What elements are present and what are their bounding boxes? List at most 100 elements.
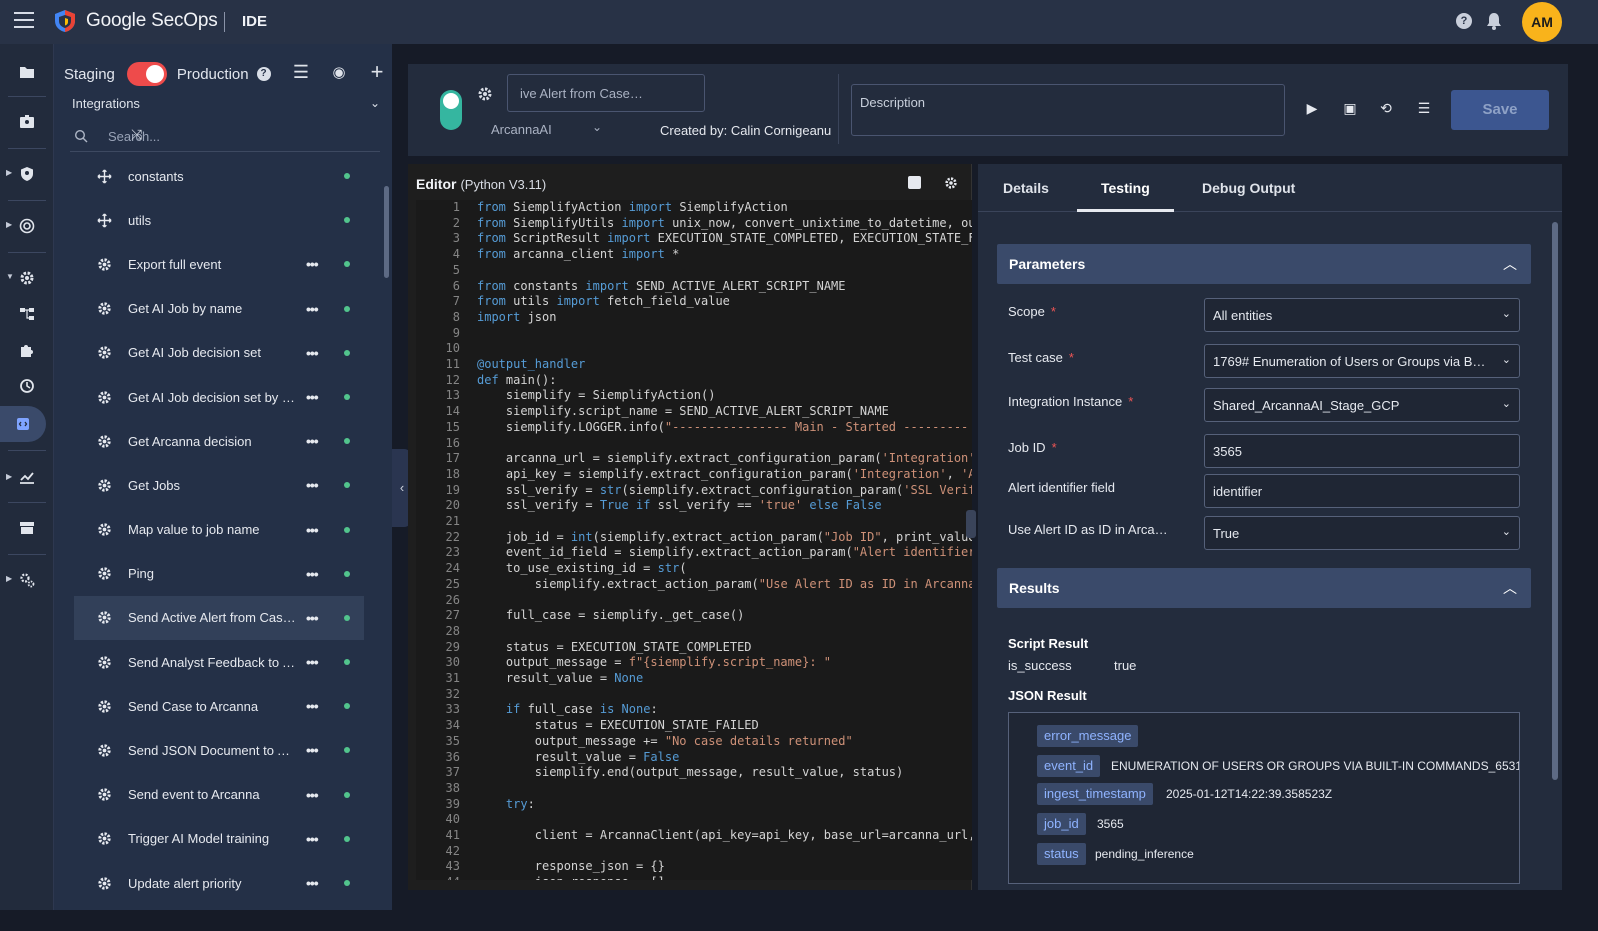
ai-assist-icon[interactable] [908,176,921,189]
param-input[interactable]: identifier [1204,474,1520,508]
tab-details[interactable]: Details [1003,180,1049,196]
code-line[interactable]: from utils import fetch_field_value [477,294,730,308]
param-input[interactable]: 3565 [1204,434,1520,468]
list-item[interactable]: Send JSON Document to Arcanna ••• [74,728,364,772]
chevron-down-icon[interactable]: ⌄ [592,120,602,134]
more-options-icon[interactable]: ••• [306,831,319,847]
param-select[interactable]: 1769# Enumeration of Users or Groups via… [1204,344,1520,378]
history-icon[interactable]: ⟲ [1376,100,1396,120]
jobs-clock-icon[interactable] [0,368,54,404]
more-options-icon[interactable]: ••• [306,256,319,272]
more-options-icon[interactable]: ••• [306,477,319,493]
chevron-up-icon[interactable]: ︿ [1503,254,1517,274]
code-line[interactable]: from arcanna_client import * [477,247,679,261]
more-options-icon[interactable]: ••• [306,566,319,582]
chevron-up-icon[interactable]: ︿ [1503,578,1517,598]
code-line[interactable]: event_id_field = siemplify.extract_actio… [477,545,972,559]
help-icon[interactable]: ? [1456,13,1472,29]
menu-icon[interactable] [14,12,34,28]
more-options-icon[interactable]: ••• [306,698,319,714]
code-line[interactable]: result_value = False [477,750,680,764]
panel-scrollbar[interactable] [1552,222,1558,780]
list-item[interactable]: Get Jobs ••• [74,463,364,507]
code-line[interactable]: full_case = siemplify._get_case() [477,608,744,622]
list-item[interactable]: Get AI Job by name ••• [74,287,364,331]
code-line[interactable]: from SiemplifyUtils import unix_now, con… [477,216,972,230]
playbooks-icon[interactable] [0,296,54,332]
code-line[interactable]: from constants import SEND_ACTIVE_ALERT_… [477,279,846,293]
folder-icon[interactable] [0,54,54,90]
more-options-icon[interactable]: ••• [306,787,319,803]
list-item[interactable]: Get AI Job decision set ••• [74,331,364,375]
list-icon[interactable]: ☰ [1414,100,1434,120]
list-item[interactable]: Get Arcanna decision ••• [74,419,364,463]
resize-handle[interactable] [966,510,976,538]
more-options-icon[interactable]: ••• [306,654,319,670]
puzzle-icon[interactable] [0,332,54,368]
parameters-section-header[interactable]: Parameters ︿ [997,244,1531,284]
code-line[interactable]: status = EXECUTION_STATE_FAILED [477,718,759,732]
gear-icon[interactable] [944,176,958,190]
more-options-icon[interactable]: ••• [306,875,319,891]
more-options-icon[interactable]: ••• [306,610,319,626]
more-options-icon[interactable]: ••• [306,433,319,449]
shield-icon[interactable] [0,156,54,192]
settings-icon[interactable] [0,562,54,598]
save-button[interactable]: Save [1451,90,1549,130]
brand-name[interactable]: Google SecOps [86,10,218,32]
more-options-icon[interactable]: ••• [306,742,319,758]
list-item[interactable]: Trigger AI Model training ••• [74,817,364,861]
code-line[interactable]: siemplify.LOGGER.info("---------------- … [477,420,968,434]
results-section-header[interactable]: Results ︿ [997,568,1531,608]
list-item[interactable]: Map value to job name ••• [74,508,364,552]
enable-toggle[interactable] [440,90,462,130]
code-line[interactable]: siemplify.extract_action_param("Use Aler… [477,577,972,591]
list-item[interactable]: Export full event ••• [74,242,364,286]
code-line[interactable]: job_id = int(siemplify.extract_action_pa… [477,530,972,544]
collapse-all-icon[interactable]: ⤨ [131,126,372,143]
code-line[interactable]: response_json = {} [477,859,665,873]
cases-icon[interactable] [0,104,54,140]
help-icon[interactable]: ? [256,67,271,81]
code-line[interactable]: output_message = f"{siemplify.script_nam… [477,655,831,669]
ide-icon[interactable] [0,406,46,442]
param-select[interactable]: True ⌄ [1204,516,1520,550]
environment-toggle[interactable] [126,62,167,86]
action-name-input[interactable]: ive Alert from Case… [507,74,705,112]
list-item[interactable]: Send event to Arcanna ••• [74,773,364,817]
play-icon[interactable]: ▶ [1302,100,1322,120]
code-line[interactable]: from ScriptResult import EXECUTION_STATE… [477,231,972,245]
code-line[interactable]: if full_case is None: [477,702,658,716]
avatar[interactable]: AM [1522,2,1562,42]
code-line[interactable]: status = EXECUTION_STATE_COMPLETED [477,640,752,654]
more-options-icon[interactable]: ••• [306,301,319,317]
param-select[interactable]: Shared_ArcannaAI_Stage_GCP ⌄ [1204,388,1520,422]
list-item[interactable]: Send Analyst Feedback to Arcanna ••• [74,640,364,684]
gear-icon[interactable] [477,86,493,102]
more-options-icon[interactable]: ••• [306,522,319,538]
param-select[interactable]: All entities ⌄ [1204,298,1520,332]
code-line[interactable]: ssl_verify = True if ssl_verify == 'true… [477,498,882,512]
json-result-viewer[interactable]: error_message event_id ENUMERATION OF USER… [1008,712,1520,884]
code-line[interactable]: arcanna_url = siemplify.extract_configur… [477,451,972,465]
save-disk-icon[interactable]: ▣ [1340,100,1360,120]
code-line[interactable]: siemplify.script_name = SEND_ACTIVE_ALER… [477,404,889,418]
code-line[interactable]: def main(): [477,373,556,387]
code-line[interactable]: siemplify.end(output_message, result_val… [477,765,903,779]
list-icon[interactable]: ☰ [282,62,320,82]
lightbulb-icon[interactable]: ◉ [320,62,358,82]
code-line[interactable]: output_message += "No case details retur… [477,734,853,748]
code-line[interactable]: import json [477,310,556,324]
response-gear-icon[interactable] [0,260,54,296]
radar-icon[interactable] [0,208,54,244]
code-line[interactable]: try: [477,797,535,811]
more-options-icon[interactable]: ••• [306,389,319,405]
list-item[interactable]: utils [74,198,364,242]
code-line[interactable]: json_response = [] [477,875,665,880]
integration-select[interactable]: ArcannaAI [491,122,552,137]
list-item[interactable]: Ping ••• [74,552,364,596]
code-line[interactable]: @output_handler [477,357,585,371]
code-line[interactable]: result_value = None [477,671,643,685]
code-line[interactable]: to_use_existing_id = str( [477,561,687,575]
list-item[interactable]: Update alert priority ••• [74,861,364,905]
